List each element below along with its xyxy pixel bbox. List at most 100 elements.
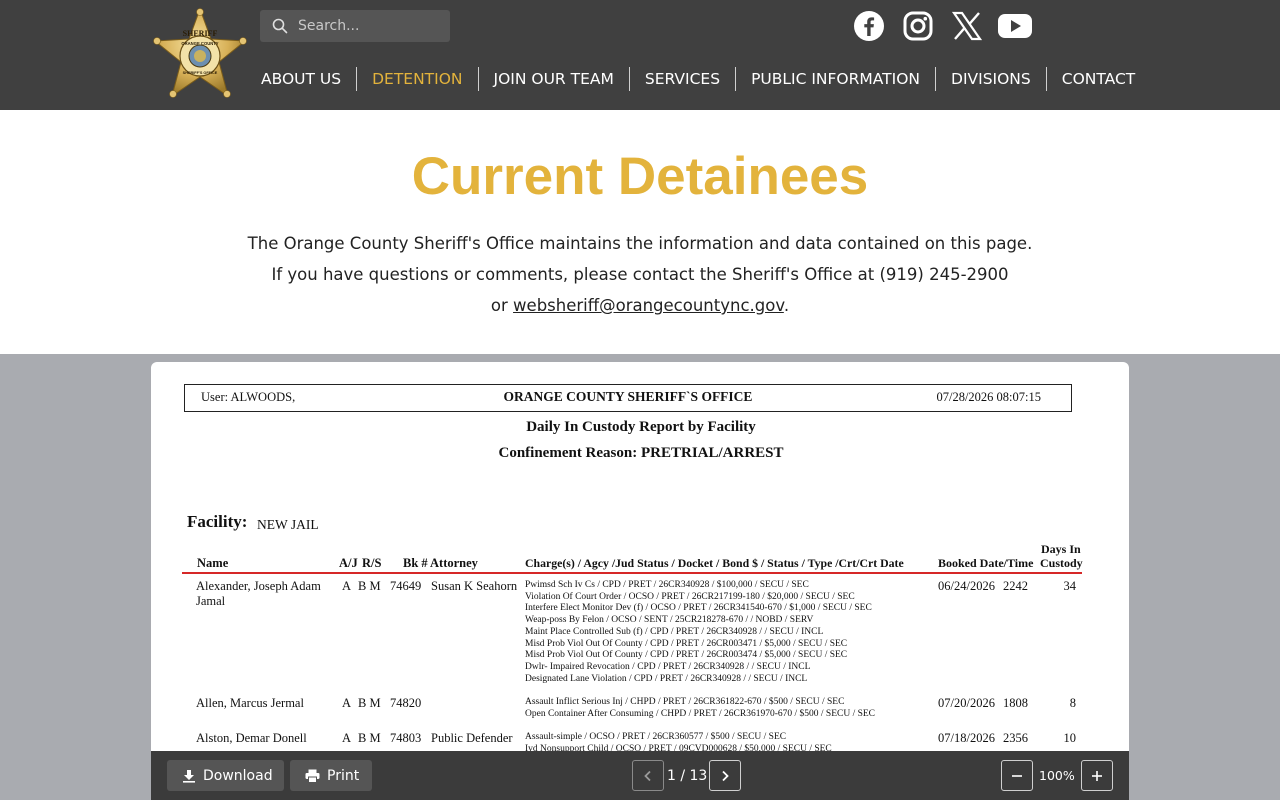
search-box[interactable] — [260, 10, 450, 42]
charge-line: Maint Place Controlled Sub (f) / CPD / P… — [525, 626, 824, 637]
badge-top-text: SHERIFF — [183, 29, 218, 38]
facebook-icon[interactable] — [851, 8, 887, 44]
plus-icon — [1092, 770, 1102, 781]
facility-label: Facility: — [187, 512, 248, 531]
col-booked: Booked Date/Time — [938, 556, 1034, 570]
rs-cell: B M — [358, 696, 381, 710]
previous-page-button[interactable] — [632, 760, 664, 791]
zoom-level: 100% — [1039, 768, 1075, 783]
booked-date: 07/18/2026 — [938, 731, 995, 745]
days-in-custody: 10 — [1063, 731, 1077, 745]
print-label: Print — [327, 767, 360, 784]
aj-cell: A — [342, 731, 352, 745]
charge-line: Misd Prob Viol Out Of County / CPD / PRE… — [525, 650, 848, 661]
detainee-name: Allen, Marcus Jermal — [196, 696, 304, 710]
badge-bottom-text: SHERIFF'S OFFICE — [183, 71, 218, 75]
rs-cell: B M — [358, 731, 381, 745]
detainee-name: Alston, Demar Donell — [196, 731, 307, 745]
booked-time: 2356 — [1003, 731, 1028, 745]
print-icon — [305, 769, 320, 783]
aj-cell: A — [342, 696, 352, 710]
nav-divisions[interactable]: DIVISIONS — [935, 67, 1046, 91]
detainee-name-cont: Jamal — [196, 594, 226, 608]
x-icon[interactable] — [949, 8, 985, 44]
booked-time: 1808 — [1003, 696, 1028, 710]
pdf-toolbar: Download Print 1 / 13 100% — [151, 751, 1129, 800]
page-title: Current Detainees — [411, 147, 869, 206]
intro-line-3: or websheriff@orangecountync.gov. — [0, 296, 1280, 315]
detainee-name: Alexander, Joseph Adam — [196, 579, 321, 593]
nav-services[interactable]: SERVICES — [628, 67, 735, 91]
badge-ring-text: ORANGE COUNTY — [181, 41, 218, 46]
booking-number: 74803 — [390, 731, 422, 745]
search-input[interactable] — [298, 18, 438, 34]
col-days-line2: Custody — [1040, 556, 1083, 570]
nav-about-us[interactable]: ABOUT US — [246, 67, 356, 91]
download-icon — [183, 769, 195, 783]
page-indicator: 1 / 13 — [667, 768, 708, 784]
booking-number: 74820 — [390, 696, 422, 710]
intro-line-1: The Orange County Sheriff's Office maint… — [247, 234, 1033, 253]
charges-list: Pwimsd Sch Iv Cs / CPD / PRET / 26CR3409… — [525, 580, 872, 685]
download-button[interactable]: Download — [167, 760, 284, 791]
days-in-custody: 34 — [1063, 579, 1077, 593]
col-rs: R/S — [362, 556, 382, 570]
instagram-icon[interactable] — [900, 8, 936, 44]
booked-time: 2242 — [1003, 579, 1028, 593]
main-nav: ABOUT US DETENTION JOIN OUR TEAM SERVICE… — [246, 66, 1150, 92]
col-days-line1: Days In — [1041, 542, 1081, 556]
rs-cell: B M — [358, 579, 381, 593]
charge-line: Designated Lane Violation / CPD / PRET /… — [525, 673, 808, 684]
charge-line: Interfere Elect Monitor Dev (f) / OCSO /… — [525, 603, 872, 614]
charge-line: Dwlr- Impaired Revocation / CPD / PRET /… — [525, 661, 811, 672]
booked-date: 07/20/2026 — [938, 696, 995, 710]
next-page-button[interactable] — [709, 760, 741, 791]
days-in-custody: 8 — [1069, 696, 1076, 710]
charge-line: Weap-poss By Felon / OCSO / SENT / 25CR2… — [525, 615, 814, 626]
aj-cell: A — [342, 579, 352, 593]
charge-line: Open Container After Consuming / CHPD / … — [525, 708, 876, 719]
charge-line: Misd Prob Viol Out Of County / CPD / PRE… — [525, 638, 848, 649]
pdf-page[interactable]: User: ALWOODS, ORANGE COUNTY SHERIFF`S O… — [151, 362, 1129, 800]
search-icon — [272, 18, 288, 34]
report-title: Daily In Custody Report by Facility — [526, 419, 756, 435]
print-button[interactable]: Print — [290, 760, 372, 791]
header-rule — [182, 572, 1082, 574]
nav-public-information[interactable]: PUBLIC INFORMATION — [735, 67, 935, 91]
sheriff-badge-logo[interactable]: SHERIFF ORANGE COUNTY SHERIFF'S OFFICE — [152, 6, 248, 102]
col-name: Name — [197, 556, 229, 570]
intro-line-2: If you have questions or comments, pleas… — [271, 265, 1009, 284]
booking-number: 74649 — [390, 579, 422, 593]
charge-line: Pwimsd Sch Iv Cs / CPD / PRET / 26CR3409… — [525, 580, 809, 590]
booked-date: 06/24/2026 — [938, 579, 995, 593]
nav-contact[interactable]: CONTACT — [1045, 67, 1151, 91]
minus-icon — [1012, 774, 1022, 777]
youtube-icon[interactable] — [997, 8, 1033, 44]
col-aj: A/J — [339, 556, 358, 570]
facility-value: NEW JAIL — [257, 517, 319, 532]
charge-line: Assault Inflict Serious Inj / CHPD / PRE… — [525, 697, 845, 707]
email-link[interactable]: websheriff@orangecountync.gov — [513, 296, 784, 315]
col-bk: Bk # — [403, 556, 428, 570]
chevron-right-icon — [722, 770, 729, 781]
site-header: SHERIFF ORANGE COUNTY SHERIFF'S OFFICE S… — [0, 0, 1280, 110]
col-charges: Charge(s) / Agcy /Jud Status / Docket / … — [525, 556, 904, 570]
col-attorney: Attorney — [430, 556, 478, 570]
charge-line: Assault-simple / OCSO / PRET / 26CR36057… — [525, 732, 787, 742]
chevron-left-icon — [644, 770, 651, 781]
report-datetime: 07/28/2026 08:07:15 — [936, 390, 1041, 404]
zoom-out-button[interactable] — [1001, 760, 1033, 791]
charge-line: Violation Of Court Order / OCSO / PRET /… — [525, 591, 855, 602]
nav-join-our-team[interactable]: JOIN OUR TEAM — [477, 67, 629, 91]
attorney-cell: Susan K Seahorn — [431, 579, 518, 593]
charges-list: Assault Inflict Serious Inj / CHPD / PRE… — [525, 697, 875, 720]
report-header-box: User: ALWOODS, ORANGE COUNTY SHERIFF`S O… — [184, 384, 1072, 412]
attorney-cell: Public Defender — [431, 731, 513, 745]
report-subtitle: Confinement Reason: PRETRIAL/ARREST — [498, 445, 784, 461]
intro-line-3-prefix: or — [490, 296, 514, 315]
pdf-viewer: User: ALWOODS, ORANGE COUNTY SHERIFF`S O… — [0, 354, 1280, 800]
download-label: Download — [203, 767, 273, 784]
nav-detention[interactable]: DETENTION — [356, 67, 477, 91]
zoom-in-button[interactable] — [1081, 760, 1113, 791]
intro-line-3-suffix: . — [783, 296, 790, 315]
